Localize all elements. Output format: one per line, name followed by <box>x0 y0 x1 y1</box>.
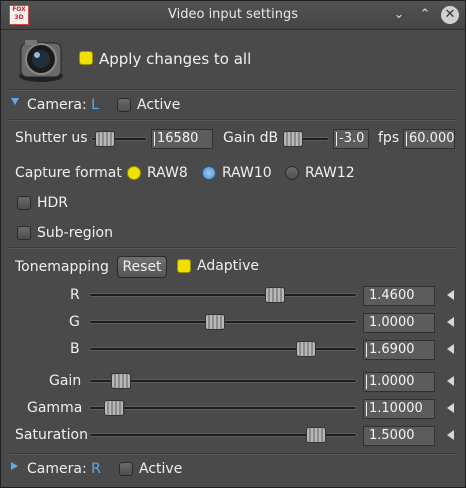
camera-left-active-checkbox[interactable] <box>117 98 131 112</box>
raw8-radio[interactable] <box>127 166 141 180</box>
slider-b-input[interactable]: 1.6900 <box>363 340 435 360</box>
shutter-label: Shutter us <box>15 130 88 146</box>
adaptive-checkbox[interactable] <box>177 259 191 273</box>
gain-db-label: Gain dB <box>223 130 279 146</box>
slider-gamma-label: Gamma <box>27 400 83 416</box>
slider-g-handle[interactable] <box>205 314 225 330</box>
raw12-label: RAW12 <box>305 165 355 181</box>
expand-triangle-icon[interactable] <box>11 98 19 105</box>
slider-gamma-track[interactable] <box>89 406 357 410</box>
slider-b-handle[interactable] <box>296 341 316 357</box>
raw8-label: RAW8 <box>147 165 188 181</box>
slider-b-label: B <box>70 341 80 357</box>
slider-gamma-handle[interactable] <box>104 400 124 416</box>
camera-left-id: L <box>91 97 99 113</box>
raw12-radio[interactable] <box>285 166 299 180</box>
camera-right-active-label: Active <box>139 461 183 477</box>
divider <box>9 453 457 455</box>
apply-all-checkbox[interactable] <box>79 51 93 65</box>
collapsed-triangle-icon[interactable] <box>11 462 18 470</box>
camera-right-active-checkbox[interactable] <box>119 462 133 476</box>
reset-button[interactable]: Reset <box>117 256 167 278</box>
camera-left-label: Camera: L <box>27 97 99 113</box>
gain-db-slider-handle[interactable] <box>283 131 303 147</box>
minimize-chevron-down-icon[interactable]: ⌄ <box>389 5 409 25</box>
camera-right-id: R <box>91 461 101 477</box>
capture-format-label: Capture format <box>15 165 122 181</box>
adaptive-label: Adaptive <box>197 258 259 274</box>
settings-window: FOX 3D Video input settings ⌄ ⌃ ✕ Apply c… <box>0 0 466 488</box>
camera-left-active-label: Active <box>137 97 181 113</box>
slider-r-collapse-arrow-icon[interactable] <box>447 290 454 300</box>
divider <box>9 89 457 91</box>
slider-saturation-collapse-arrow-icon[interactable] <box>447 430 454 440</box>
slider-saturation-input[interactable]: 1.5000 <box>363 426 435 446</box>
shutter-slider-handle[interactable] <box>95 131 115 147</box>
maximize-chevron-up-icon[interactable]: ⌃ <box>415 5 435 25</box>
hdr-label: HDR <box>37 195 69 211</box>
camera-right-label: Camera: R <box>27 461 101 477</box>
gain-db-input[interactable]: -3.0 <box>333 129 369 149</box>
slider-b-collapse-arrow-icon[interactable] <box>447 344 454 354</box>
tonemapping-label: Tonemapping <box>15 259 109 275</box>
apply-all-label: Apply changes to all <box>99 50 252 68</box>
divider <box>9 119 457 121</box>
slider-g-collapse-arrow-icon[interactable] <box>447 317 454 327</box>
subregion-checkbox[interactable] <box>17 226 31 240</box>
fps-input[interactable]: 60.000 <box>403 129 455 149</box>
slider-gamma-collapse-arrow-icon[interactable] <box>447 403 454 413</box>
slider-saturation-handle[interactable] <box>306 427 326 443</box>
slider-gain-handle[interactable] <box>111 373 131 389</box>
shutter-input[interactable]: 16580 <box>151 129 213 149</box>
slider-g-label: G <box>69 314 80 330</box>
fps-label: fps <box>378 130 400 146</box>
slider-g-input[interactable]: 1.0000 <box>363 313 435 333</box>
title-bar[interactable]: FOX 3D Video input settings ⌄ ⌃ ✕ <box>1 1 465 30</box>
slider-r-handle[interactable] <box>265 287 285 303</box>
slider-r-track[interactable] <box>89 293 357 297</box>
camera-lens-icon <box>15 37 67 83</box>
divider <box>9 247 457 249</box>
slider-r-label: R <box>70 287 80 303</box>
slider-r-input[interactable]: 1.4600 <box>363 286 435 306</box>
subregion-label: Sub-region <box>37 225 113 241</box>
slider-gain-label: Gain <box>49 373 82 389</box>
raw10-label: RAW10 <box>222 165 272 181</box>
raw10-radio[interactable] <box>202 166 216 180</box>
slider-gain-collapse-arrow-icon[interactable] <box>447 376 454 386</box>
slider-gamma-input[interactable]: 1.10000 <box>363 399 435 419</box>
slider-saturation-label: Saturation <box>15 427 88 443</box>
slider-b-track[interactable] <box>89 347 357 351</box>
slider-gain-input[interactable]: 1.0000 <box>363 372 435 392</box>
close-icon[interactable]: ✕ <box>441 6 459 24</box>
hdr-checkbox[interactable] <box>17 196 31 210</box>
